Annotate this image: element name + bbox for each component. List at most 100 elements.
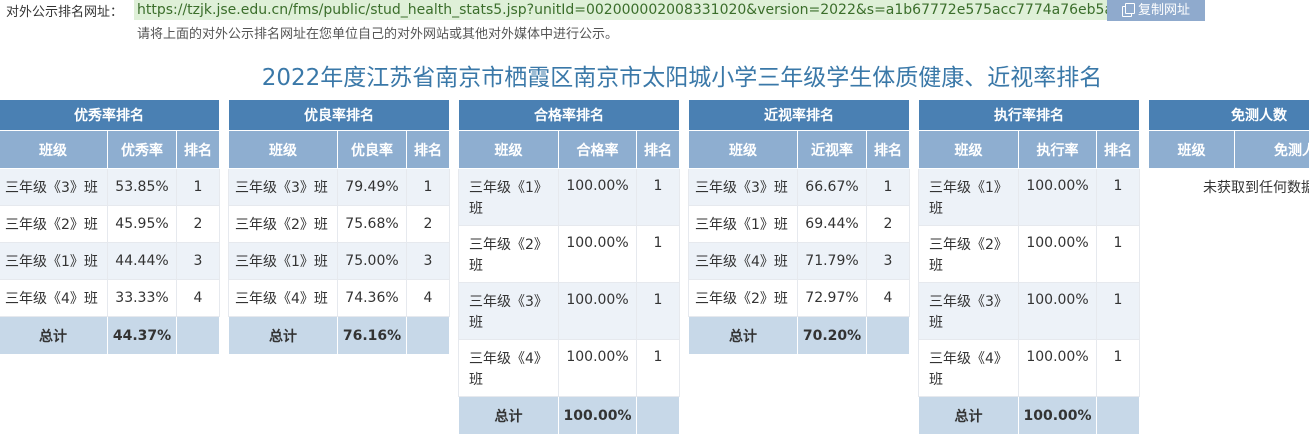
rank-cell: 1 [635,168,681,226]
column-header: 免测人数 [1234,130,1309,169]
table-row: 三年级《4》班 100.00% 1 [918,339,1141,397]
rank-cell: 1 [865,168,911,206]
rank-cell: 1 [1095,282,1141,340]
total-value: 100.00% [1018,396,1097,435]
url-bar: 对外公示排名网址： https://tzjk.jse.edu.cn/fms/pu… [0,0,1309,21]
exempt-count-table: 免测人数 班级 免测人数 未获取到任何数据 [1148,99,1309,206]
rate-cell: 100.00% [1018,225,1097,283]
table-row: 三年级《3》班 100.00% 1 [458,282,681,340]
table-row: 三年级《1》班 69.44% 2 [688,205,911,243]
rank-cell: 1 [1095,225,1141,283]
table-title: 近视率排名 [687,99,911,131]
table-row: 三年级《4》班 74.36% 4 [228,279,451,317]
table-row: 三年级《3》班 79.49% 1 [228,168,451,206]
class-name-cell: 三年级《1》班 [228,242,338,280]
class-name-cell: 三年级《3》班 [0,168,108,206]
rate-cell: 33.33% [107,279,177,317]
rank-cell: 1 [635,282,681,340]
rate-cell: 74.36% [337,279,407,317]
rate-cell: 44.44% [107,242,177,280]
rank-cell: 2 [405,205,451,243]
table-row: 三年级《4》班 100.00% 1 [458,339,681,397]
public-url-text[interactable]: https://tzjk.jse.edu.cn/fms/public/stud_… [134,0,1168,20]
table-row: 三年级《1》班 100.00% 1 [458,168,681,226]
rate-cell: 66.67% [797,168,867,206]
good-rate-table: 优良率排名 班级 优良率 排名 三年级《3》班 79.49% 1 三年级《2》班… [227,99,451,355]
table-row: 三年级《4》班 33.33% 4 [0,279,221,317]
rate-cell: 100.00% [1018,168,1097,226]
table-title: 优秀率排名 [0,99,221,131]
rate-cell: 69.44% [797,205,867,243]
total-label: 总计 [0,316,108,355]
table-title: 免测人数 [1148,99,1309,131]
column-header: 排名 [1095,130,1141,169]
rate-cell: 45.95% [107,205,177,243]
column-header: 排名 [865,130,911,169]
column-header: 优良率 [337,130,407,169]
url-label: 对外公示排名网址： [6,5,124,20]
table-row: 三年级《1》班 100.00% 1 [918,168,1141,226]
table-row: 三年级《2》班 45.95% 2 [0,205,221,243]
total-row: 总计 100.00% [918,396,1141,435]
total-row: 总计 44.37% [0,316,221,355]
column-header: 合格率 [558,130,637,169]
class-name-cell: 三年级《4》班 [458,339,559,397]
total-value: 70.20% [797,316,867,355]
rate-cell: 75.68% [337,205,407,243]
table-row: 三年级《3》班 66.67% 1 [688,168,911,206]
copy-url-label: 复制网址 [1137,3,1190,18]
table-row: 三年级《2》班 72.97% 4 [688,279,911,317]
total-rank [405,316,451,355]
exempt-table-clip: 免测人数 班级 免测人数 未获取到任何数据 [1148,99,1309,209]
total-rank [865,316,911,355]
class-name-cell: 三年级《2》班 [688,279,798,317]
total-row: 总计 76.16% [228,316,451,355]
column-header: 执行率 [1018,130,1097,169]
total-row: 总计 70.20% [688,316,911,355]
class-name-cell: 三年级《3》班 [228,168,338,206]
class-name-cell: 三年级《4》班 [918,339,1019,397]
rate-cell: 71.79% [797,242,867,280]
table-row: 三年级《2》班 100.00% 1 [918,225,1141,283]
column-header: 排名 [175,130,221,169]
class-name-cell: 三年级《1》班 [688,205,798,243]
rate-cell: 100.00% [558,339,637,397]
column-header: 班级 [458,130,559,169]
rank-cell: 2 [865,205,911,243]
table-row: 三年级《3》班 53.85% 1 [0,168,221,206]
class-name-cell: 三年级《3》班 [918,282,1019,340]
table-row: 三年级《1》班 44.44% 3 [0,242,221,280]
rate-cell: 53.85% [107,168,177,206]
column-header: 班级 [228,130,338,169]
rank-cell: 3 [175,242,221,280]
rank-cell: 3 [405,242,451,280]
table-row: 三年级《1》班 75.00% 3 [228,242,451,280]
column-header: 班级 [688,130,798,169]
publish-hint: 请将上面的对外公示排名网址在您单位自己的对外网站或其他对外媒体中进行公示。 [137,27,619,42]
column-header: 班级 [0,130,108,169]
rate-cell: 100.00% [558,282,637,340]
class-name-cell: 三年级《2》班 [918,225,1019,283]
column-header: 班级 [918,130,1019,169]
rate-cell: 100.00% [558,225,637,283]
rank-cell: 1 [1095,339,1141,397]
total-rank [635,396,681,435]
total-value: 76.16% [337,316,407,355]
empty-data-message: 未获取到任何数据 [1148,168,1309,206]
column-header: 近视率 [797,130,867,169]
total-label: 总计 [228,316,338,355]
total-row: 总计 100.00% [458,396,681,435]
total-label: 总计 [458,396,559,435]
column-header: 排名 [635,130,681,169]
rank-cell: 4 [175,279,221,317]
rate-cell: 100.00% [558,168,637,226]
rank-cell: 4 [865,279,911,317]
table-title: 优良率排名 [227,99,451,131]
column-header: 优秀率 [107,130,177,169]
total-value: 100.00% [558,396,637,435]
copy-url-button[interactable]: 复制网址 [1107,0,1205,21]
total-label: 总计 [688,316,798,355]
rank-cell: 1 [1095,168,1141,226]
class-name-cell: 三年级《4》班 [0,279,108,317]
table-title: 执行率排名 [917,99,1141,131]
